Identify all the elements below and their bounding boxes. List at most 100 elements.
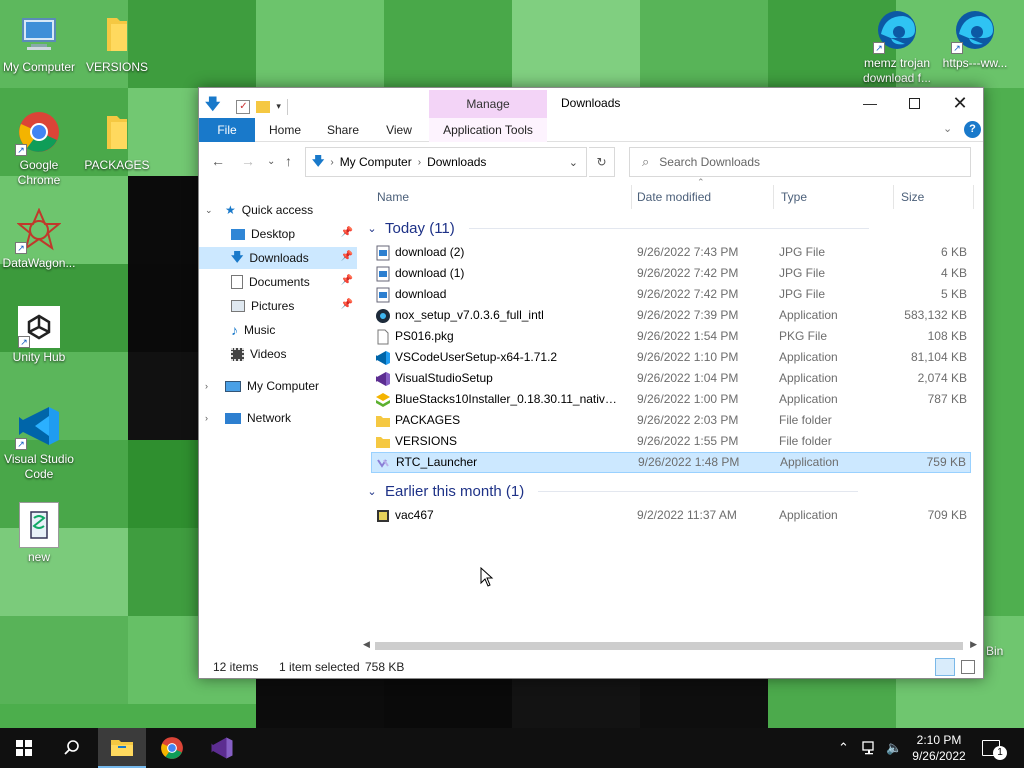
taskbar-clock[interactable]: 2:10 PM 9/26/2022 — [904, 732, 974, 764]
nav-my-computer[interactable]: › My Computer — [199, 375, 357, 397]
tab-view[interactable]: View — [375, 118, 423, 142]
tab-application-tools[interactable]: Application Tools — [429, 118, 547, 142]
explorer-window: 🡇 ✓ ▾ Manage Downloads — ✕ File Home Sha… — [198, 87, 984, 679]
nav-downloads[interactable]: 🡇 Downloads 📌 — [199, 247, 357, 269]
column-divider[interactable] — [973, 185, 974, 209]
action-center-button[interactable]: 1 — [982, 728, 1007, 768]
bluestacks-icon — [375, 392, 391, 408]
desktop-icon-new[interactable]: new — [0, 502, 78, 565]
back-button[interactable]: ← — [211, 153, 225, 169]
recent-locations-button[interactable]: ⌄ — [267, 156, 275, 167]
ribbon-expand-icon[interactable]: ⌄ — [943, 122, 952, 135]
tab-file[interactable]: File — [199, 118, 255, 142]
show-hidden-icons-button[interactable]: ⌃ — [838, 728, 849, 768]
breadcrumb-my-computer[interactable]: My Computer — [340, 155, 412, 169]
horizontal-scrollbar[interactable]: ◀ ▶ — [359, 638, 979, 654]
desktop-icon-https[interactable]: ↗ https---ww... — [936, 6, 1014, 71]
network-tray-icon[interactable] — [862, 728, 878, 768]
breadcrumb-downloads[interactable]: Downloads — [427, 155, 486, 169]
file-name: download — [395, 287, 447, 301]
star-icon: ★ — [225, 203, 236, 217]
file-row[interactable]: VisualStudioSetup 9/26/2022 1:04 PM Appl… — [371, 369, 971, 390]
minimize-button[interactable]: — — [847, 88, 893, 118]
file-row[interactable]: VSCodeUserSetup-x64-1.71.2 9/26/2022 1:1… — [371, 348, 971, 369]
file-row[interactable]: vac467 9/2/2022 11:37 AM Application 709… — [371, 506, 971, 527]
pin-icon[interactable]: 📌 — [341, 251, 353, 262]
scrollbar-thumb[interactable] — [375, 642, 963, 650]
desktop-icon-versions[interactable]: VERSIONS — [78, 10, 156, 75]
nav-network[interactable]: › Network — [199, 407, 357, 429]
pin-icon[interactable]: 📌 — [341, 275, 353, 286]
forward-button[interactable]: → — [241, 153, 255, 169]
taskbar-file-explorer[interactable] — [98, 728, 146, 768]
search-button[interactable] — [48, 728, 96, 768]
desktop-icon-memz[interactable]: ↗ memz trojan download f... — [858, 6, 936, 86]
desktop-icon-datawagon[interactable]: ↗ DataWagon... — [0, 206, 78, 271]
address-dropdown-icon[interactable]: ⌄ — [569, 156, 578, 169]
pin-icon[interactable]: 📌 — [341, 299, 353, 310]
tab-manage[interactable]: Manage — [429, 90, 547, 118]
file-row[interactable]: BlueStacks10Installer_0.18.30.11_native_… — [371, 390, 971, 411]
address-bar[interactable]: 🡇 › My Computer › Downloads ⌄ — [305, 147, 587, 177]
start-button[interactable] — [0, 728, 48, 768]
desktop-icon-my-computer[interactable]: My Computer — [0, 10, 78, 75]
file-row[interactable]: VERSIONS 9/26/2022 1:55 PM File folder — [371, 432, 971, 453]
up-button[interactable]: ↑ — [285, 153, 292, 169]
file-date: 9/26/2022 1:48 PM — [638, 455, 740, 469]
column-header-name[interactable]: Name — [371, 183, 409, 211]
documents-icon — [231, 275, 243, 289]
chevron-right-icon[interactable]: › — [205, 413, 215, 423]
nav-desktop[interactable]: Desktop 📌 — [199, 223, 357, 245]
customize-toolbar-icon[interactable]: ▾ — [276, 101, 281, 112]
group-header-today[interactable]: ⌄ Today (11) — [365, 217, 869, 239]
column-header-size[interactable]: Size — [895, 183, 924, 211]
pin-icon[interactable]: 📌 — [341, 227, 353, 238]
refresh-button[interactable]: ↻ — [589, 147, 615, 177]
column-header-date[interactable]: Date modified — [631, 183, 711, 211]
nav-quick-access[interactable]: ⌄ ★ Quick access — [199, 199, 357, 221]
nav-pictures[interactable]: Pictures 📌 — [199, 295, 357, 317]
status-selection: 1 item selected — [279, 660, 360, 674]
nav-music[interactable]: ♪ Music — [199, 319, 357, 341]
scroll-left-icon[interactable]: ◀ — [363, 639, 370, 650]
tab-share[interactable]: Share — [319, 118, 367, 142]
scroll-right-icon[interactable]: ▶ — [970, 639, 977, 650]
help-icon[interactable]: ? — [964, 121, 981, 138]
column-header-type[interactable]: Type — [775, 183, 807, 211]
desktop-icon-vscode[interactable]: ↗ Visual Studio Code — [0, 402, 78, 482]
file-row[interactable]: PACKAGES 9/26/2022 2:03 PM File folder — [371, 411, 971, 432]
file-row[interactable]: download (1) 9/26/2022 7:42 PM JPG File … — [371, 264, 971, 285]
details-view-button[interactable] — [935, 658, 955, 676]
column-divider[interactable] — [893, 185, 894, 209]
taskbar-chrome[interactable] — [148, 728, 196, 768]
desktop-icon-chrome[interactable]: ↗ Google Chrome — [0, 108, 78, 188]
properties-icon[interactable]: ✓ — [236, 99, 251, 114]
taskbar-visual-studio[interactable] — [198, 728, 246, 768]
large-icons-view-button[interactable] — [961, 660, 975, 674]
group-header-earlier-this-month[interactable]: ⌄ Earlier this month (1) — [365, 480, 859, 502]
file-row-selected[interactable]: RTC_Launcher 9/26/2022 1:48 PM Applicati… — [371, 452, 971, 473]
volume-icon[interactable]: 🔈 — [886, 728, 902, 768]
column-divider[interactable] — [773, 185, 774, 209]
new-folder-icon[interactable] — [256, 100, 271, 113]
videos-icon — [231, 347, 244, 361]
folder-icon — [375, 413, 391, 429]
chevron-right-icon[interactable]: › — [205, 381, 215, 391]
title-bar[interactable]: 🡇 ✓ ▾ Manage Downloads — ✕ — [199, 88, 983, 118]
file-row[interactable]: nox_setup_v7.0.3.6_full_intl 9/26/2022 7… — [371, 306, 971, 327]
maximize-button[interactable] — [891, 88, 937, 118]
desktop-icon-label: Visual Studio Code — [4, 452, 74, 481]
file-explorer-icon — [111, 740, 133, 756]
desktop-icon-unity-hub[interactable]: ↗ Unity Hub — [0, 306, 78, 365]
desktop-icon-packages[interactable]: PACKAGES — [78, 108, 156, 173]
group-label: Today (11) — [385, 219, 455, 237]
file-row[interactable]: PS016.pkg 9/26/2022 1:54 PM PKG File 108… — [371, 327, 971, 348]
chevron-down-icon[interactable]: ⌄ — [205, 205, 215, 216]
nav-documents[interactable]: Documents 📌 — [199, 271, 357, 293]
close-button[interactable]: ✕ — [937, 88, 983, 118]
search-input[interactable]: ⌕ Search Downloads — [629, 147, 971, 177]
nav-videos[interactable]: Videos — [199, 343, 357, 365]
file-row[interactable]: download 9/26/2022 7:42 PM JPG File 5 KB — [371, 285, 971, 306]
file-row[interactable]: download (2) 9/26/2022 7:43 PM JPG File … — [371, 243, 971, 264]
tab-home[interactable]: Home — [261, 118, 309, 142]
